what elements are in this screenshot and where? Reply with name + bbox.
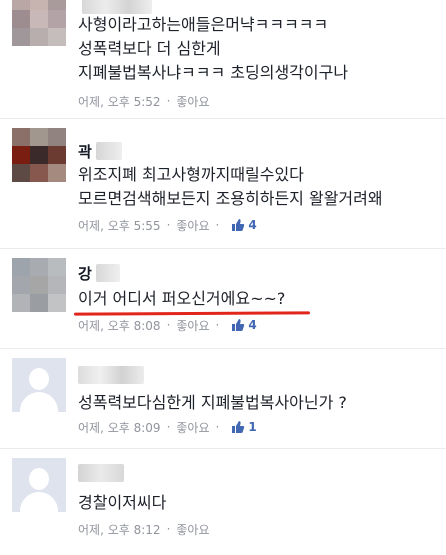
avatar[interactable] [12, 0, 66, 46]
timestamp: 어제, 오후 5:52 [78, 94, 161, 109]
divider [0, 348, 446, 349]
blurred-name [78, 464, 124, 482]
comment-1: 사형이라고하는애들은머냑ㅋㅋㅋㅋㅋ 성폭력보다 더 심한게 지폐불법복사냐ㅋㅋㅋ… [0, 0, 446, 120]
comment-meta: 어제, 오후 8:08 · 좋아요 · 4 [78, 316, 257, 334]
comment-meta: 어제, 오후 5:55 · 좋아요 · 4 [78, 216, 257, 234]
comment-5: 경찰이저씨다 어제, 오후 8:12 · 좋아요 [0, 450, 446, 555]
blurred-name [95, 142, 122, 160]
like-button[interactable]: 좋아요 [176, 419, 209, 436]
thumbs-up-icon [232, 421, 245, 433]
timestamp: 어제, 오후 8:08 [78, 318, 161, 333]
separator: · [166, 218, 171, 232]
divider [0, 248, 446, 249]
like-button[interactable]: 좋아요 [176, 93, 209, 110]
like-count[interactable]: 4 [248, 218, 256, 232]
separator: · [166, 318, 171, 332]
commenter-name[interactable]: 강 [78, 262, 120, 284]
comment-text-line: 이거 어디서 퍼오신거에요~~? [78, 289, 286, 308]
like-count[interactable]: 4 [248, 318, 256, 332]
timestamp: 어제, 오후 8:09 [78, 420, 161, 435]
avatar-pixelated-photo [12, 128, 66, 182]
separator: · [215, 420, 220, 434]
comment-text-line: 지폐불법복사냐ㅋㅋㅋ 초딩의생각이구나 [78, 63, 349, 82]
default-avatar-icon[interactable] [12, 458, 66, 512]
separator: · [166, 94, 171, 108]
comment-2: 곽 위조지폐 최고사형까지때릴수있다 모르면검색해보든지 조용히하든지 왈왈거려… [0, 120, 446, 248]
blurred-name [82, 0, 152, 14]
avatar-pixelated-photo [12, 258, 66, 312]
comment-4: 성폭력보다심한게 지폐불법복사아닌가 ? 어제, 오후 8:09 · 좋아요 ·… [0, 350, 446, 450]
blurred-name [95, 264, 120, 282]
commenter-name[interactable] [78, 462, 124, 484]
comment-thread: { "comments": [ { "name": "", "lines": [… [0, 0, 446, 555]
comment-text-line: 성폭력보다 더 심한게 [78, 39, 221, 58]
comment-text-line: 경찰이저씨다 [78, 493, 167, 512]
avatar[interactable] [12, 258, 66, 312]
avatar[interactable] [12, 128, 66, 182]
comment-text-line: 성폭력보다심한게 지폐불법복사아닌가 ? [78, 393, 347, 412]
comment-meta: 어제, 오후 8:12 · 좋아요 [78, 520, 210, 538]
timestamp: 어제, 오후 8:12 [78, 522, 161, 537]
like-count[interactable]: 1 [248, 420, 256, 434]
comment-text-line: 모르면검색해보든지 조용히하든지 왈왈거려왜 [78, 189, 383, 208]
default-avatar-icon[interactable] [12, 358, 66, 412]
like-button[interactable]: 좋아요 [176, 217, 209, 234]
like-button[interactable]: 좋아요 [176, 317, 209, 334]
separator: · [215, 218, 220, 232]
divider [0, 448, 446, 449]
comment-meta: 어제, 오후 5:52 · 좋아요 [78, 92, 210, 110]
avatar-pixelated-photo [12, 0, 66, 46]
divider [0, 118, 446, 119]
thumbs-up-icon [232, 219, 245, 231]
thumbs-up-icon [232, 319, 245, 331]
like-button[interactable]: 좋아요 [176, 521, 209, 538]
separator: · [166, 420, 171, 434]
separator: · [215, 318, 220, 332]
commenter-name[interactable] [78, 364, 144, 386]
comment-text-line: 위조지폐 최고사형까지때릴수있다 [78, 165, 304, 184]
separator: · [166, 522, 171, 536]
blurred-name [78, 366, 144, 384]
comment-3: 강 이거 어디서 퍼오신거에요~~? 어제, 오후 8:08 · 좋아요 · 4 [0, 250, 446, 350]
comment-meta: 어제, 오후 8:09 · 좋아요 · 1 [78, 418, 257, 436]
comment-text-line: 사형이라고하는애들은머냑ㅋㅋㅋㅋㅋ [78, 15, 329, 34]
commenter-name[interactable]: 곽 [78, 140, 122, 162]
timestamp: 어제, 오후 5:55 [78, 218, 161, 233]
